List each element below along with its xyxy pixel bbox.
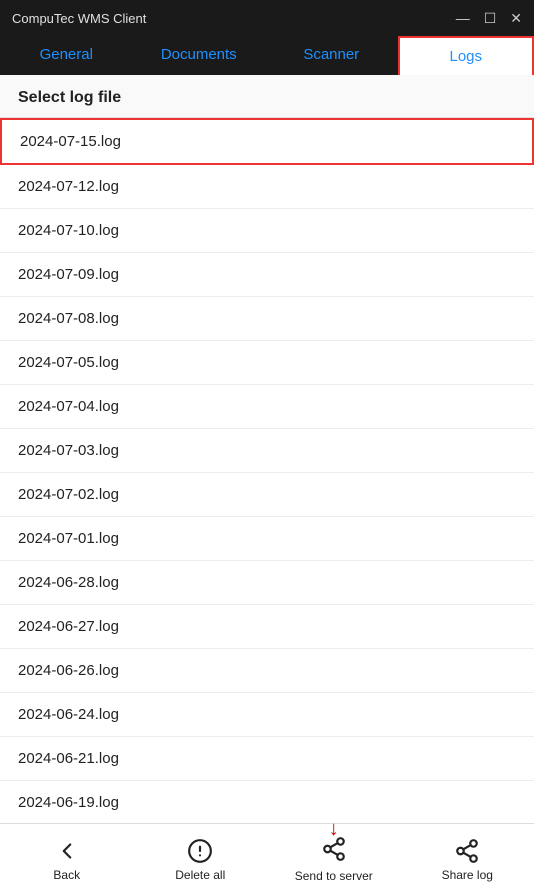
log-item[interactable]: 2024-07-08.log (0, 297, 534, 341)
log-item[interactable]: 2024-06-21.log (0, 737, 534, 781)
log-item[interactable]: 2024-07-12.log (0, 165, 534, 209)
log-item[interactable]: 2024-07-01.log (0, 517, 534, 561)
maximize-button[interactable]: ☐ (484, 11, 497, 25)
log-item[interactable]: 2024-06-24.log (0, 693, 534, 737)
log-section-header: Select log file (0, 75, 534, 118)
share-log-icon (454, 838, 480, 864)
tab-general[interactable]: General (0, 36, 133, 75)
log-item[interactable]: 2024-07-09.log (0, 253, 534, 297)
close-button[interactable]: ✕ (510, 11, 522, 25)
tab-documents[interactable]: Documents (133, 36, 266, 75)
minimize-button[interactable]: — (456, 11, 470, 25)
log-item[interactable]: 2024-06-28.log (0, 561, 534, 605)
share-log-label: Share log (442, 868, 493, 882)
tab-scanner[interactable]: Scanner (265, 36, 398, 75)
log-item[interactable]: 2024-07-04.log (0, 385, 534, 429)
delete-all-label: Delete all (175, 868, 225, 882)
log-list[interactable]: 2024-07-15.log2024-07-12.log2024-07-10.l… (0, 118, 534, 823)
bottom-bar: Back Delete all ↓ Send to server (0, 823, 534, 895)
log-item[interactable]: 2024-06-26.log (0, 649, 534, 693)
log-item[interactable]: 2024-06-19.log (0, 781, 534, 823)
delete-all-icon (187, 838, 213, 864)
tab-logs[interactable]: Logs (398, 36, 534, 75)
back-label: Back (53, 868, 80, 882)
log-item[interactable]: 2024-06-27.log (0, 605, 534, 649)
send-to-server-button[interactable]: ↓ Send to server (267, 824, 401, 895)
log-item[interactable]: 2024-07-02.log (0, 473, 534, 517)
title-bar: CompuTec WMS Client — ☐ ✕ (0, 0, 534, 36)
log-item[interactable]: 2024-07-15.log (0, 118, 534, 165)
send-to-server-label: Send to server (295, 869, 373, 883)
share-log-button[interactable]: Share log (401, 824, 534, 895)
log-item[interactable]: 2024-07-05.log (0, 341, 534, 385)
log-item[interactable]: 2024-07-03.log (0, 429, 534, 473)
app-title: CompuTec WMS Client (12, 11, 146, 26)
window-controls: — ☐ ✕ (456, 11, 522, 25)
back-button[interactable]: Back (0, 824, 134, 895)
main-content: Select log file 2024-07-15.log2024-07-12… (0, 75, 534, 823)
back-icon (54, 838, 80, 864)
delete-all-button[interactable]: Delete all (134, 824, 268, 895)
tab-bar: General Documents Scanner Logs (0, 36, 534, 75)
log-item[interactable]: 2024-07-10.log (0, 209, 534, 253)
send-arrow-icon: ↓ (329, 818, 339, 841)
